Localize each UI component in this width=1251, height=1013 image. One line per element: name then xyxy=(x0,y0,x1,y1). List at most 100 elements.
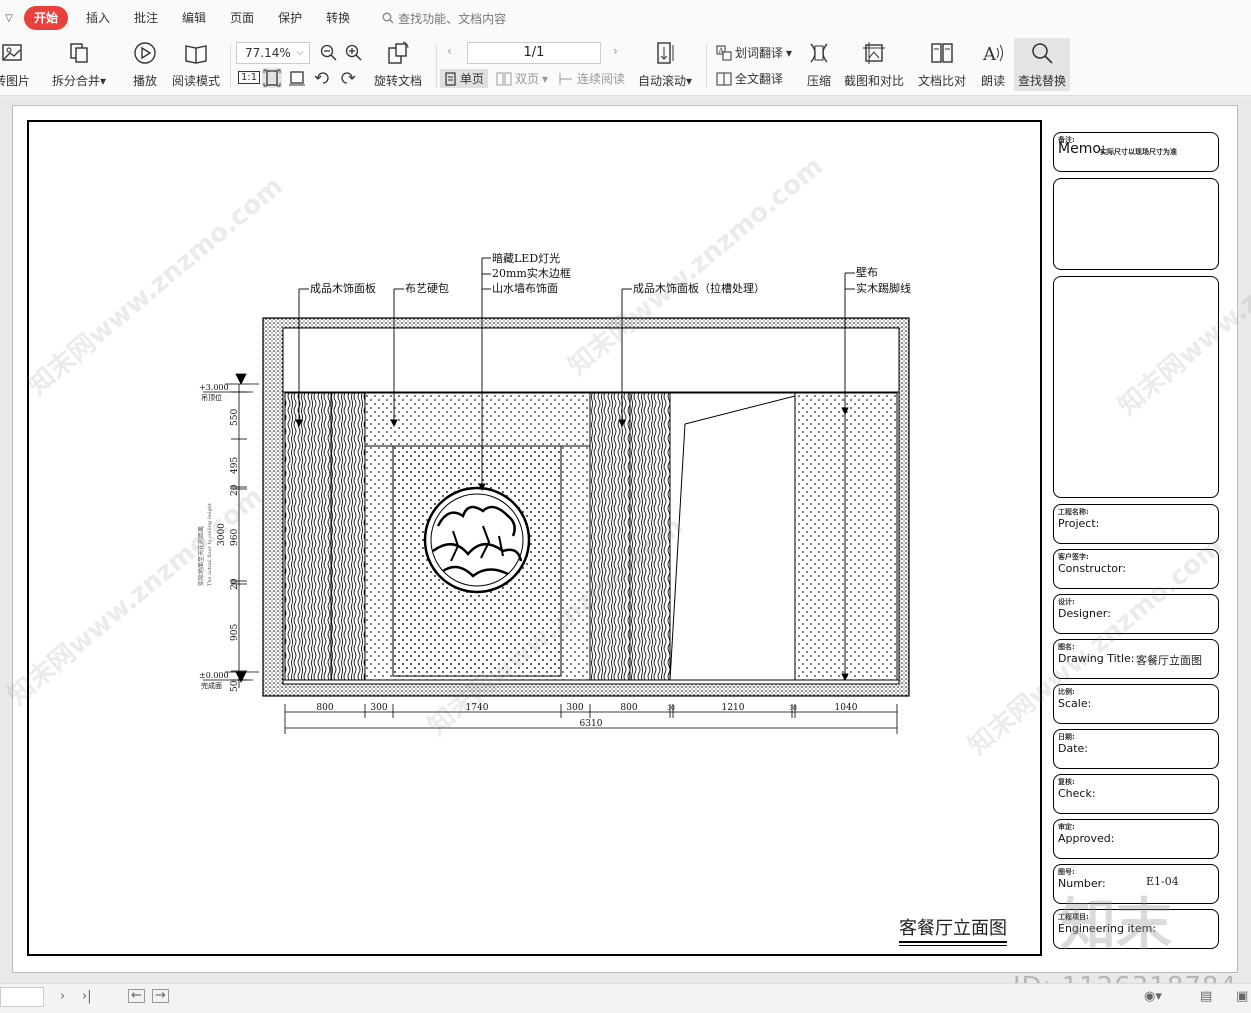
read-aloud-label: 朗读 xyxy=(980,74,1005,88)
label-landscape: 山水墙布饰面 xyxy=(492,281,558,295)
layout-icon[interactable]: ▤ xyxy=(1200,989,1212,1004)
brand-logo-watermark: 知末 xyxy=(1060,892,1172,958)
single-page-button[interactable]: 单页 xyxy=(440,69,489,88)
full-translate-icon xyxy=(716,72,732,85)
play-button[interactable]: 播放 xyxy=(132,40,158,89)
single-page-icon xyxy=(445,71,456,86)
title-field-cn: 日期: xyxy=(1058,733,1075,741)
title-field: 设计: Designer: xyxy=(1053,594,1219,634)
dim-1040: 1040 xyxy=(835,703,858,713)
height-note-en: The actual floor to ceiling height xyxy=(207,503,213,586)
back-icon[interactable]: ← xyxy=(128,989,145,1003)
split-merge-icon xyxy=(70,43,88,63)
circular-landscape-art xyxy=(423,486,531,594)
zoom-out-icon[interactable] xyxy=(320,44,338,62)
zoom-in-icon[interactable] xyxy=(345,44,363,62)
last-page-icon[interactable]: ›| xyxy=(82,989,92,1004)
title-field: 比例: Scale: xyxy=(1053,684,1219,724)
label-baseboard: 实木踢脚线 xyxy=(856,281,911,295)
rotate-right-icon[interactable] xyxy=(338,69,356,87)
read-aloud-button[interactable]: A 朗读 xyxy=(980,40,1006,89)
title-field: 客户签字: Constructor: xyxy=(1053,549,1219,589)
screenshot-icon xyxy=(863,42,885,64)
next-page-icon[interactable]: › xyxy=(613,44,618,58)
dim-800a: 800 xyxy=(316,703,333,713)
title-field-en: Date: xyxy=(1058,742,1088,755)
auto-scroll-button[interactable]: 自动滚动▾ xyxy=(638,40,692,89)
document-canvas[interactable]: 暗藏LED灯光 20mm实木边框 山水墙布饰面 成品木饰面板 布艺硬包 成品木饰… xyxy=(0,97,1251,983)
title-field-en: Scale: xyxy=(1058,697,1092,710)
title-field-cn: 审定: xyxy=(1058,823,1075,831)
split-merge-label: 拆分合并▾ xyxy=(52,74,107,88)
tab-insert[interactable]: 插入 xyxy=(74,6,122,30)
rotate-left-icon[interactable] xyxy=(314,69,332,87)
screenshot-compare-button[interactable]: 截图和对比 xyxy=(844,40,904,89)
compress-icon xyxy=(810,43,828,63)
word-translate-button[interactable]: A 划词翻译 ▾ xyxy=(716,44,792,61)
view-mode-icon[interactable]: ▣ xyxy=(1236,989,1248,1004)
status-bar: › ›| ← → ◉▾ ▤ ▣ xyxy=(0,983,1251,1013)
doc-compare-label: 文档比对 xyxy=(918,74,967,88)
collapse-chevron-icon[interactable]: ▽ xyxy=(0,13,18,24)
wallcloth-panel xyxy=(794,392,898,681)
continuous-read-button[interactable]: 连续阅读 xyxy=(558,70,625,87)
double-page-button[interactable]: 双页 ▾ xyxy=(496,70,548,87)
next-page-icon[interactable]: › xyxy=(60,989,65,1004)
single-page-label: 单页 xyxy=(460,72,485,86)
divider xyxy=(706,44,707,88)
actual-size-button[interactable]: 1:1 xyxy=(238,71,261,84)
page-number-input[interactable]: 1/1 xyxy=(467,42,601,64)
full-translate-label: 全文翻译 xyxy=(735,72,784,86)
tab-annotate[interactable]: 批注 xyxy=(122,6,170,30)
ribbon-toolbar: 转图片 拆分合并▾ 播放 阅读模式 77.14% ⌵ 1:1 旋转文档 ‹ 1/1 xyxy=(0,36,1251,96)
eye-icon[interactable]: ◉▾ xyxy=(1144,989,1162,1004)
horizontal-dimension-labels: 800 300 1740 300 800 30 1210 30 1040 631… xyxy=(316,703,857,729)
divider xyxy=(436,44,437,88)
prev-page-icon[interactable]: ‹ xyxy=(447,44,452,58)
title-field-cn: 图号: xyxy=(1058,868,1075,876)
forward-icon[interactable]: → xyxy=(152,989,169,1003)
compress-button[interactable]: 压缩 xyxy=(806,40,832,89)
title-field: 图名: Drawing Title: 客餐厅立面图 xyxy=(1053,639,1219,679)
title-field-cn: 复核: xyxy=(1058,778,1075,786)
tab-convert[interactable]: 转换 xyxy=(314,6,362,30)
split-merge-button[interactable]: 拆分合并▾ xyxy=(52,40,106,89)
dim-300b: 300 xyxy=(566,703,583,713)
convert-image-button[interactable]: 转图片 xyxy=(0,40,30,89)
doc-compare-button[interactable]: 文档比对 xyxy=(918,40,966,89)
full-translate-button[interactable]: 全文翻译 xyxy=(716,70,783,87)
level-bottom-value: ±0.000 xyxy=(199,671,229,680)
word-translate-label: 划词翻译 xyxy=(735,46,784,60)
tab-start[interactable]: 开始 xyxy=(24,6,69,30)
zoom-select[interactable]: 77.14% ⌵ xyxy=(236,42,310,64)
auto-scroll-label: 自动滚动▾ xyxy=(638,74,693,88)
level-top-value: +3.000 xyxy=(199,383,229,392)
drawing-title: 客餐厅立面图 xyxy=(899,914,1007,946)
dim-550: 550 xyxy=(230,409,240,426)
tab-page[interactable]: 页面 xyxy=(218,6,266,30)
dim-960: 960 xyxy=(230,529,240,546)
menu-bar: ▽ 开始 插入 批注 编辑 页面 保护 转换 查找功能、文档内容 xyxy=(0,0,1251,36)
double-page-label: 双页 xyxy=(515,72,540,86)
read-aloud-icon: A xyxy=(982,44,1003,65)
find-replace-button[interactable]: 查找替换 xyxy=(1014,38,1071,91)
rotate-doc-button[interactable]: 旋转文档 xyxy=(374,40,422,89)
feature-search-label: 查找功能、文档内容 xyxy=(398,11,507,26)
title-field-cn: 工程名称: xyxy=(1058,508,1089,516)
document-page: 暗藏LED灯光 20mm实木边框 山水墙布饰面 成品木饰面板 布艺硬包 成品木饰… xyxy=(3,105,1251,973)
tab-edit[interactable]: 编辑 xyxy=(170,6,218,30)
screenshot-compare-label: 截图和对比 xyxy=(844,74,905,88)
page-jump-input[interactable] xyxy=(0,987,44,1007)
chevron-down-icon: ⌵ xyxy=(296,47,304,58)
translate-icon: A xyxy=(716,45,732,60)
dim-20a: 20 xyxy=(230,484,240,496)
tab-protect[interactable]: 保护 xyxy=(266,6,314,30)
title-field-value: 客餐厅立面图 xyxy=(1136,654,1202,667)
read-mode-button[interactable]: 阅读模式 xyxy=(172,40,220,89)
fit-page-icon[interactable] xyxy=(262,68,282,88)
dim-1740: 1740 xyxy=(466,703,489,713)
fit-width-icon[interactable] xyxy=(288,69,306,87)
label-wood-panel: 成品木饰面板 xyxy=(310,281,376,295)
feature-search[interactable]: 查找功能、文档内容 xyxy=(382,10,506,27)
dim-total: 6310 xyxy=(580,719,603,729)
